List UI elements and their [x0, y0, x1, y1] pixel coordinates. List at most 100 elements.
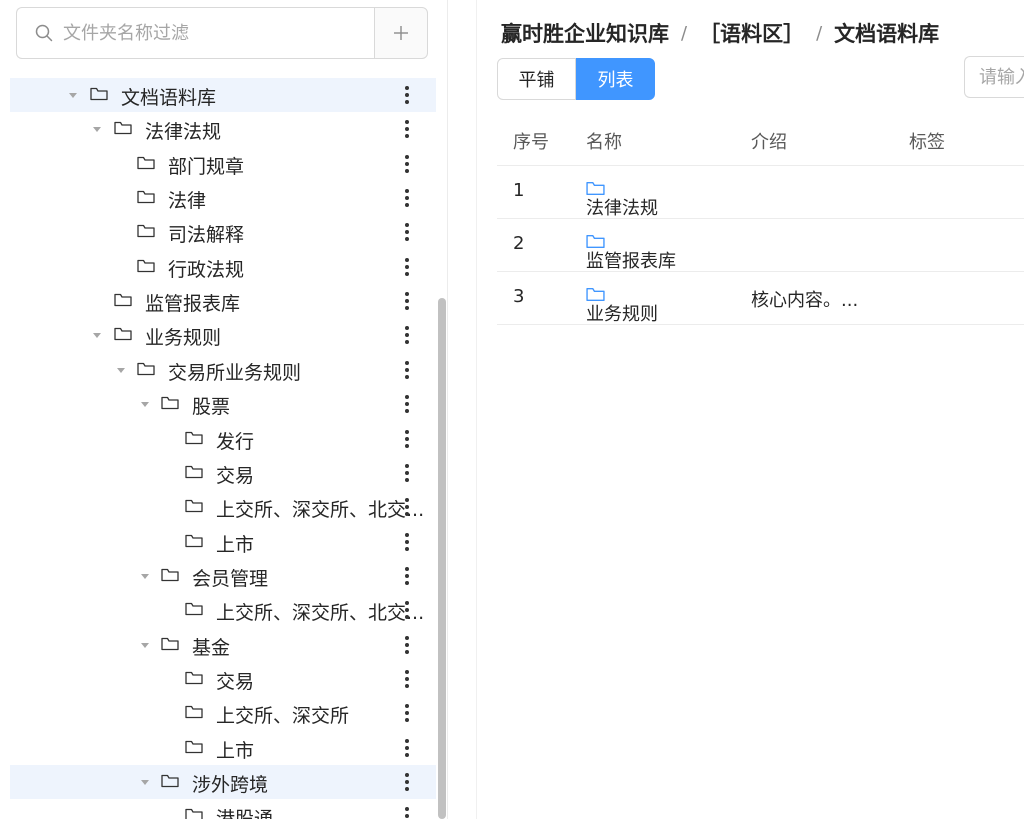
tree-node[interactable]: 港股通 [10, 799, 436, 819]
tree-node-label: 上市 [216, 533, 255, 556]
folder-icon [185, 431, 203, 444]
more-vertical-icon[interactable] [400, 598, 414, 622]
tree-scrollbar[interactable] [438, 298, 446, 819]
folder-icon [137, 259, 155, 272]
tree-node[interactable]: 司法解释 [10, 215, 436, 249]
folder-link[interactable]: 监管报表库 [586, 247, 676, 273]
folder-icon [185, 534, 203, 547]
table-row[interactable]: 3 业务规则 核心内容。... [497, 272, 1024, 325]
more-vertical-icon[interactable] [400, 358, 414, 382]
folder-panel: 文档语料库法律法规部门规章法律司法解释行政法规监管报表库业务规则交易所业务规则股… [0, 0, 448, 819]
caret-down-icon[interactable] [90, 122, 104, 136]
tree-node[interactable]: 会员管理 [10, 559, 436, 593]
folder-link[interactable]: 法律法规 [586, 194, 658, 220]
folder-tree: 文档语料库法律法规部门规章法律 司法解释 行政法规监管报表库 业务规则 交易所业务规则股… [0, 78, 437, 819]
tree-node[interactable]: 发行 [10, 422, 436, 456]
tree-node[interactable]: 行政法规 [10, 250, 436, 284]
folder-icon [161, 396, 179, 410]
folder-icon [185, 740, 203, 753]
more-vertical-icon[interactable] [400, 392, 414, 416]
add-folder-button[interactable] [374, 7, 428, 59]
tile-view-button[interactable]: 平铺 [497, 58, 576, 100]
more-vertical-icon[interactable] [400, 152, 414, 176]
tree-node[interactable]: 交易 [10, 456, 436, 490]
tree-node[interactable]: 基金 [10, 628, 436, 662]
more-vertical-icon[interactable] [400, 427, 414, 451]
list-view-button[interactable]: 列表 [576, 58, 655, 100]
folder-icon [161, 568, 179, 582]
tree-node-label: 会员管理 [192, 567, 269, 590]
tree-node[interactable]: 监管报表库 [10, 284, 436, 318]
tree-node[interactable]: 上交所、深交所、北交... [10, 490, 436, 524]
folder-icon [90, 87, 108, 101]
more-vertical-icon[interactable] [400, 83, 414, 107]
caret-down-icon[interactable] [90, 328, 104, 342]
tree-node-label: 上交所、深交所、北交... [216, 602, 425, 625]
caret-down-icon[interactable] [138, 638, 152, 652]
more-vertical-icon[interactable] [400, 770, 414, 794]
breadcrumb: 赢时胜企业知识库 / ［语料区］ / 文档语料库 [501, 18, 939, 48]
tree-node-label: 上交所、深交所 [216, 705, 350, 728]
table-row[interactable]: 2 监管报表库 [497, 219, 1024, 272]
tree-node-label: 法律法规 [145, 121, 222, 144]
more-vertical-icon[interactable] [400, 117, 414, 141]
more-vertical-icon[interactable] [400, 633, 414, 657]
more-vertical-icon[interactable] [400, 186, 414, 210]
tree-node[interactable]: 交易所业务规则 [10, 353, 436, 387]
tree-node-label: 基金 [192, 636, 231, 659]
folder-icon [161, 774, 179, 788]
cell-name[interactable]: 法律法规 [586, 180, 658, 219]
folder-filter-input[interactable] [63, 22, 343, 44]
tree-node[interactable]: 上交所、深交所 [10, 696, 436, 730]
more-vertical-icon[interactable] [400, 736, 414, 760]
table-row[interactable]: 1 法律法规 [497, 166, 1024, 219]
more-vertical-icon[interactable] [400, 289, 414, 313]
column-header-index: 序号 [513, 132, 549, 153]
tree-node-label: 监管报表库 [145, 293, 241, 316]
folder-icon [137, 190, 155, 204]
folder-link[interactable]: 业务规则 [586, 300, 658, 326]
tree-node[interactable]: 上市 [10, 731, 436, 765]
more-vertical-icon[interactable] [400, 220, 414, 244]
folder-icon [185, 603, 203, 616]
more-vertical-icon[interactable] [400, 530, 414, 554]
caret-down-icon[interactable] [138, 569, 152, 583]
plus-icon [394, 26, 408, 40]
tree-node[interactable]: 部门规章 [10, 147, 436, 181]
more-vertical-icon[interactable] [400, 667, 414, 691]
tree-node[interactable]: 业务规则 [10, 318, 436, 352]
folder-filter-box[interactable] [16, 7, 374, 59]
content-filter-box[interactable] [964, 56, 1024, 98]
tree-node[interactable]: 法律 [10, 181, 436, 215]
tree-node[interactable]: 文档语料库 [10, 78, 436, 112]
caret-down-icon[interactable] [138, 397, 152, 411]
tree-node[interactable]: 股票 [10, 387, 436, 421]
column-header-tags: 标签 [909, 132, 945, 153]
tree-node-label: 部门规章 [168, 155, 245, 178]
more-vertical-icon[interactable] [400, 255, 414, 279]
tree-node-label: 交易 [216, 670, 255, 693]
folder-icon [137, 362, 155, 375]
content-filter-input[interactable] [979, 66, 1024, 88]
tree-node[interactable]: 上交所、深交所、北交... [10, 593, 436, 627]
more-vertical-icon[interactable] [400, 495, 414, 519]
more-vertical-icon[interactable] [400, 701, 414, 725]
cell-name[interactable]: 业务规则 [586, 286, 658, 325]
folder-icon [114, 122, 132, 135]
tree-node[interactable]: 上市 [10, 525, 436, 559]
more-vertical-icon[interactable] [400, 804, 414, 819]
more-vertical-icon[interactable] [400, 564, 414, 588]
caret-down-icon[interactable] [66, 88, 80, 102]
breadcrumb-item-zone[interactable]: ［语料区］ [699, 18, 804, 48]
tree-node[interactable]: 涉外跨境 [10, 765, 436, 799]
more-vertical-icon[interactable] [400, 461, 414, 485]
tree-node[interactable]: 交易 [10, 662, 436, 696]
breadcrumb-item-root[interactable]: 赢时胜企业知识库 [501, 18, 669, 48]
more-vertical-icon[interactable] [400, 323, 414, 347]
search-icon [35, 24, 53, 42]
caret-down-icon[interactable] [138, 775, 152, 789]
cell-name[interactable]: 监管报表库 [586, 233, 676, 272]
folder-icon [185, 671, 203, 685]
tree-node[interactable]: 法律法规 [10, 112, 436, 146]
caret-down-icon[interactable] [114, 363, 128, 377]
